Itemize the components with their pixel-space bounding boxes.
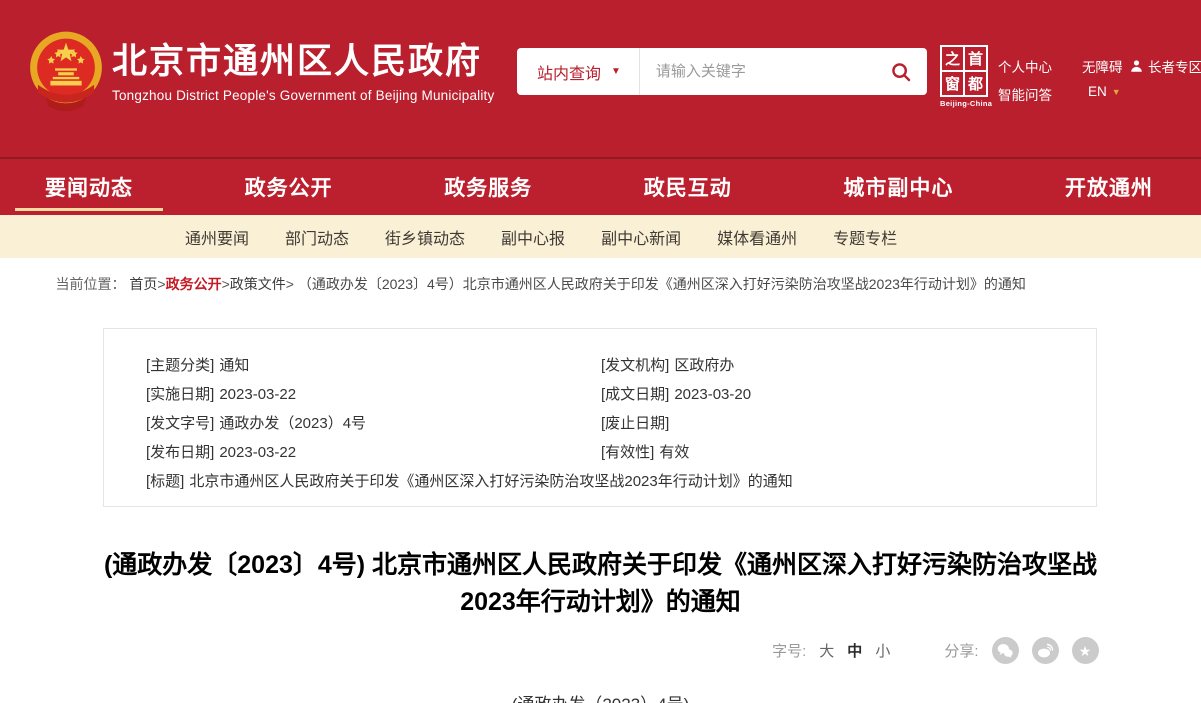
main-nav: 要闻动态 政务公开 政务服务 政民互动 城市副中心 开放通州 (0, 157, 1201, 215)
subnav-item-township-updates[interactable]: 街乡镇动态 (385, 225, 465, 249)
meta-label: [成文日期] (601, 380, 669, 409)
site-title: 北京市通州区人民政府 (112, 42, 494, 82)
breadcrumb-zhengwu-gongkai[interactable]: 政务公开 (166, 276, 222, 292)
doc-meta-box: [主题分类]通知 [发文机构]区政府办 [实施日期]2023-03-22 [成文… (103, 328, 1097, 507)
star-icon: ★ (1079, 644, 1092, 658)
search-icon (891, 62, 911, 82)
accessibility-link[interactable]: 无障碍 (1082, 56, 1123, 76)
meta-value: 2023-03-22 (219, 380, 296, 409)
nav-item-zhengmin-hudong[interactable]: 政民互动 (644, 158, 732, 216)
person-icon (1130, 59, 1143, 73)
subnav-item-dept-updates[interactable]: 部门动态 (285, 225, 349, 249)
capital-logo-char: 窗 (942, 72, 963, 95)
active-tab-underline (15, 208, 163, 211)
meta-row: [实施日期]2023-03-22 [成文日期]2023-03-20 (146, 380, 1076, 409)
subnav-item-subcenter-paper[interactable]: 副中心报 (501, 225, 565, 249)
capital-logo-char: 首 (965, 47, 986, 70)
nav-item-fuzhongxin[interactable]: 城市副中心 (843, 158, 953, 216)
font-size-small-button[interactable]: 小 (875, 640, 890, 661)
font-size-label: 字号: (772, 640, 806, 661)
site-header: 北京市通州区人民政府 Tongzhou District People's Go… (0, 0, 1201, 157)
breadcrumb-policy-files[interactable]: 政策文件 (230, 276, 286, 292)
wechat-share-icon[interactable] (992, 637, 1019, 664)
font-size-medium-button[interactable]: 中 (847, 640, 862, 661)
meta-value: 区政府办 (674, 351, 734, 380)
meta-label: [有效性] (601, 438, 654, 467)
meta-label: [发文字号] (146, 409, 214, 438)
breadcrumb-prefix: 当前位置： (56, 276, 126, 292)
meta-row: [主题分类]通知 [发文机构]区政府办 (146, 351, 1076, 380)
capital-logo-caption: Beijing-China (940, 99, 990, 108)
meta-value: 通知 (219, 351, 249, 380)
capital-logo-char: 之 (942, 47, 963, 70)
capital-window-grid: 之 首 窗 都 (940, 45, 988, 97)
capital-logo-char: 都 (965, 72, 986, 95)
article-toolbar: 字号: 大 中 小 分享: ★ (101, 637, 1101, 664)
meta-label: [主题分类] (146, 351, 214, 380)
meta-value: 北京市通州区人民政府关于印发《通州区深入打好污染防治攻坚战2023年行动计划》的… (189, 467, 792, 496)
search-button[interactable] (887, 62, 927, 82)
qzone-share-icon[interactable]: ★ (1072, 637, 1099, 664)
site-search: 站内查询 ▼ (517, 48, 927, 95)
meta-label: [废止日期] (601, 409, 669, 438)
sub-nav: 通州要闻 部门动态 街乡镇动态 副中心报 副中心新闻 媒体看通州 专题专栏 (0, 215, 1201, 258)
search-scope-dropdown[interactable]: 站内查询 ▼ (517, 60, 639, 84)
weibo-share-icon[interactable] (1032, 637, 1059, 664)
breadcrumb-home[interactable]: 首页 (129, 276, 157, 292)
doc-number-line: (通政办发（2023）4号) (0, 690, 1201, 703)
capital-window-logo[interactable]: 之 首 窗 都 Beijing-China (940, 45, 990, 108)
meta-label: [实施日期] (146, 380, 214, 409)
site-subtitle: Tongzhou District People's Government of… (112, 88, 494, 103)
meta-value: 通政办发（2023）4号 (219, 409, 366, 438)
font-size-large-button[interactable]: 大 (819, 640, 834, 661)
national-emblem-icon (27, 29, 105, 117)
meta-row: [发布日期]2023-03-22 [有效性]有效 (146, 438, 1076, 467)
site-identity: 北京市通州区人民政府 Tongzhou District People's Go… (112, 42, 494, 103)
nav-item-yaowen[interactable]: 要闻动态 (45, 158, 133, 216)
breadcrumb-current: （通政办发〔2023〕4号）北京市通州区人民政府关于印发《通州区深入打好污染防治… (298, 276, 1026, 292)
meta-row: [发文字号]通政办发（2023）4号 [废止日期] (146, 409, 1076, 438)
nav-item-zhengwu-fuwu[interactable]: 政务服务 (444, 158, 532, 216)
meta-label: [发文机构] (601, 351, 669, 380)
nav-item-kaifang-tongzhou[interactable]: 开放通州 (1065, 158, 1153, 216)
breadcrumb: 当前位置： 首页>政务公开>政策文件> （通政办发〔2023〕4号）北京市通州区… (51, 258, 1151, 304)
search-scope-label: 站内查询 (537, 60, 601, 84)
chevron-down-icon: ▼ (1112, 87, 1121, 97)
meta-value: 2023-03-20 (674, 380, 751, 409)
meta-value: 2023-03-22 (219, 438, 296, 467)
meta-row-title: [标题]北京市通州区人民政府关于印发《通州区深入打好污染防治攻坚战2023年行动… (146, 467, 1076, 496)
nav-item-zhengwu-gongkai[interactable]: 政务公开 (245, 158, 333, 216)
chevron-down-icon: ▼ (611, 66, 621, 77)
subnav-item-special-topics[interactable]: 专题专栏 (833, 225, 897, 249)
share-label: 分享: (944, 640, 978, 661)
search-input[interactable] (640, 63, 887, 80)
subnav-item-media-view[interactable]: 媒体看通州 (717, 225, 797, 249)
meta-value: 有效 (659, 438, 689, 467)
subnav-item-subcenter-news[interactable]: 副中心新闻 (601, 225, 681, 249)
subnav-item-tongzhou-news[interactable]: 通州要闻 (185, 225, 249, 249)
language-switch[interactable]: EN ▼ (1088, 84, 1121, 99)
personal-center-link[interactable]: 个人中心 (998, 56, 1052, 76)
meta-label: [标题] (146, 467, 184, 496)
senior-zone-link[interactable]: 长者专区 (1130, 56, 1201, 76)
doc-title: (通政办发〔2023〕4号) 北京市通州区人民政府关于印发《通州区深入打好污染防… (96, 547, 1106, 621)
meta-label: [发布日期] (146, 438, 214, 467)
smart-qa-link[interactable]: 智能问答 (998, 84, 1052, 104)
